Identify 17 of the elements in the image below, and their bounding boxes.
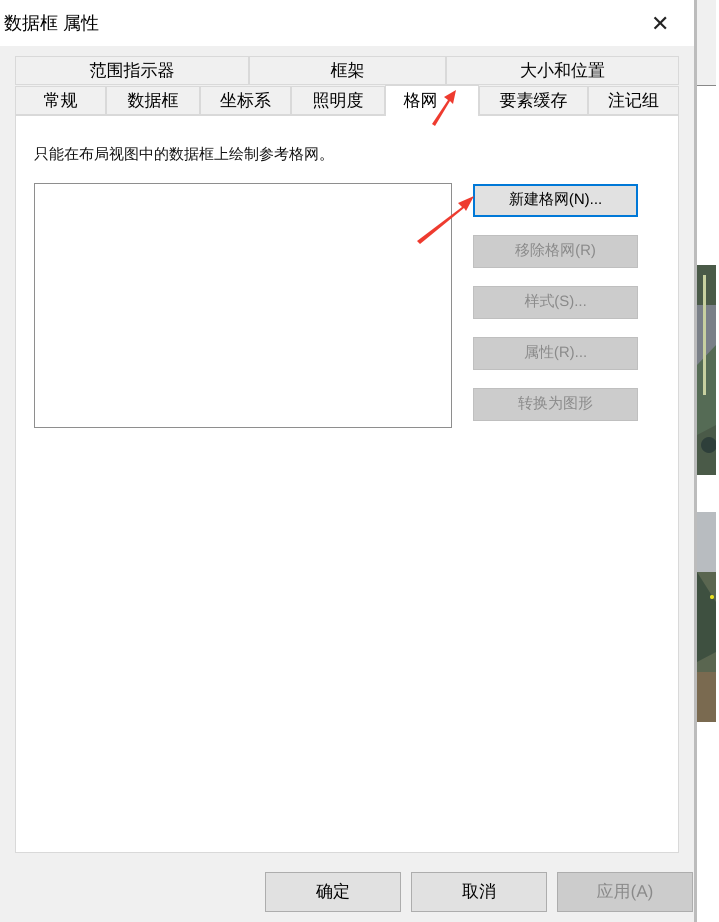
grid-list[interactable] xyxy=(34,182,452,428)
action-button[interactable]: 新建格网(N)... xyxy=(473,184,638,216)
dialog-button[interactable]: 取消 xyxy=(411,872,547,912)
hint-text: 只能在布局视图中的数据框上绘制参考格网。 xyxy=(34,145,335,165)
tab[interactable]: 数据框 xyxy=(106,86,200,115)
window-title: 数据框 属性 xyxy=(4,12,100,34)
tab[interactable]: 范围指示器 xyxy=(15,56,249,85)
tab[interactable]: 常规 xyxy=(15,86,106,115)
close-button[interactable]: ✕ xyxy=(642,5,678,41)
tab[interactable]: 注记组 xyxy=(588,86,680,115)
tab[interactable]: 格网 xyxy=(384,85,480,116)
tab[interactable]: 大小和位置 xyxy=(446,56,679,85)
dialog-button[interactable]: 确定 xyxy=(265,872,401,912)
tab[interactable]: 要素缓存 xyxy=(479,86,588,115)
tab[interactable]: 坐标系 xyxy=(200,86,292,115)
tab[interactable]: 框架 xyxy=(248,56,446,85)
tab[interactable]: 照明度 xyxy=(291,86,385,115)
